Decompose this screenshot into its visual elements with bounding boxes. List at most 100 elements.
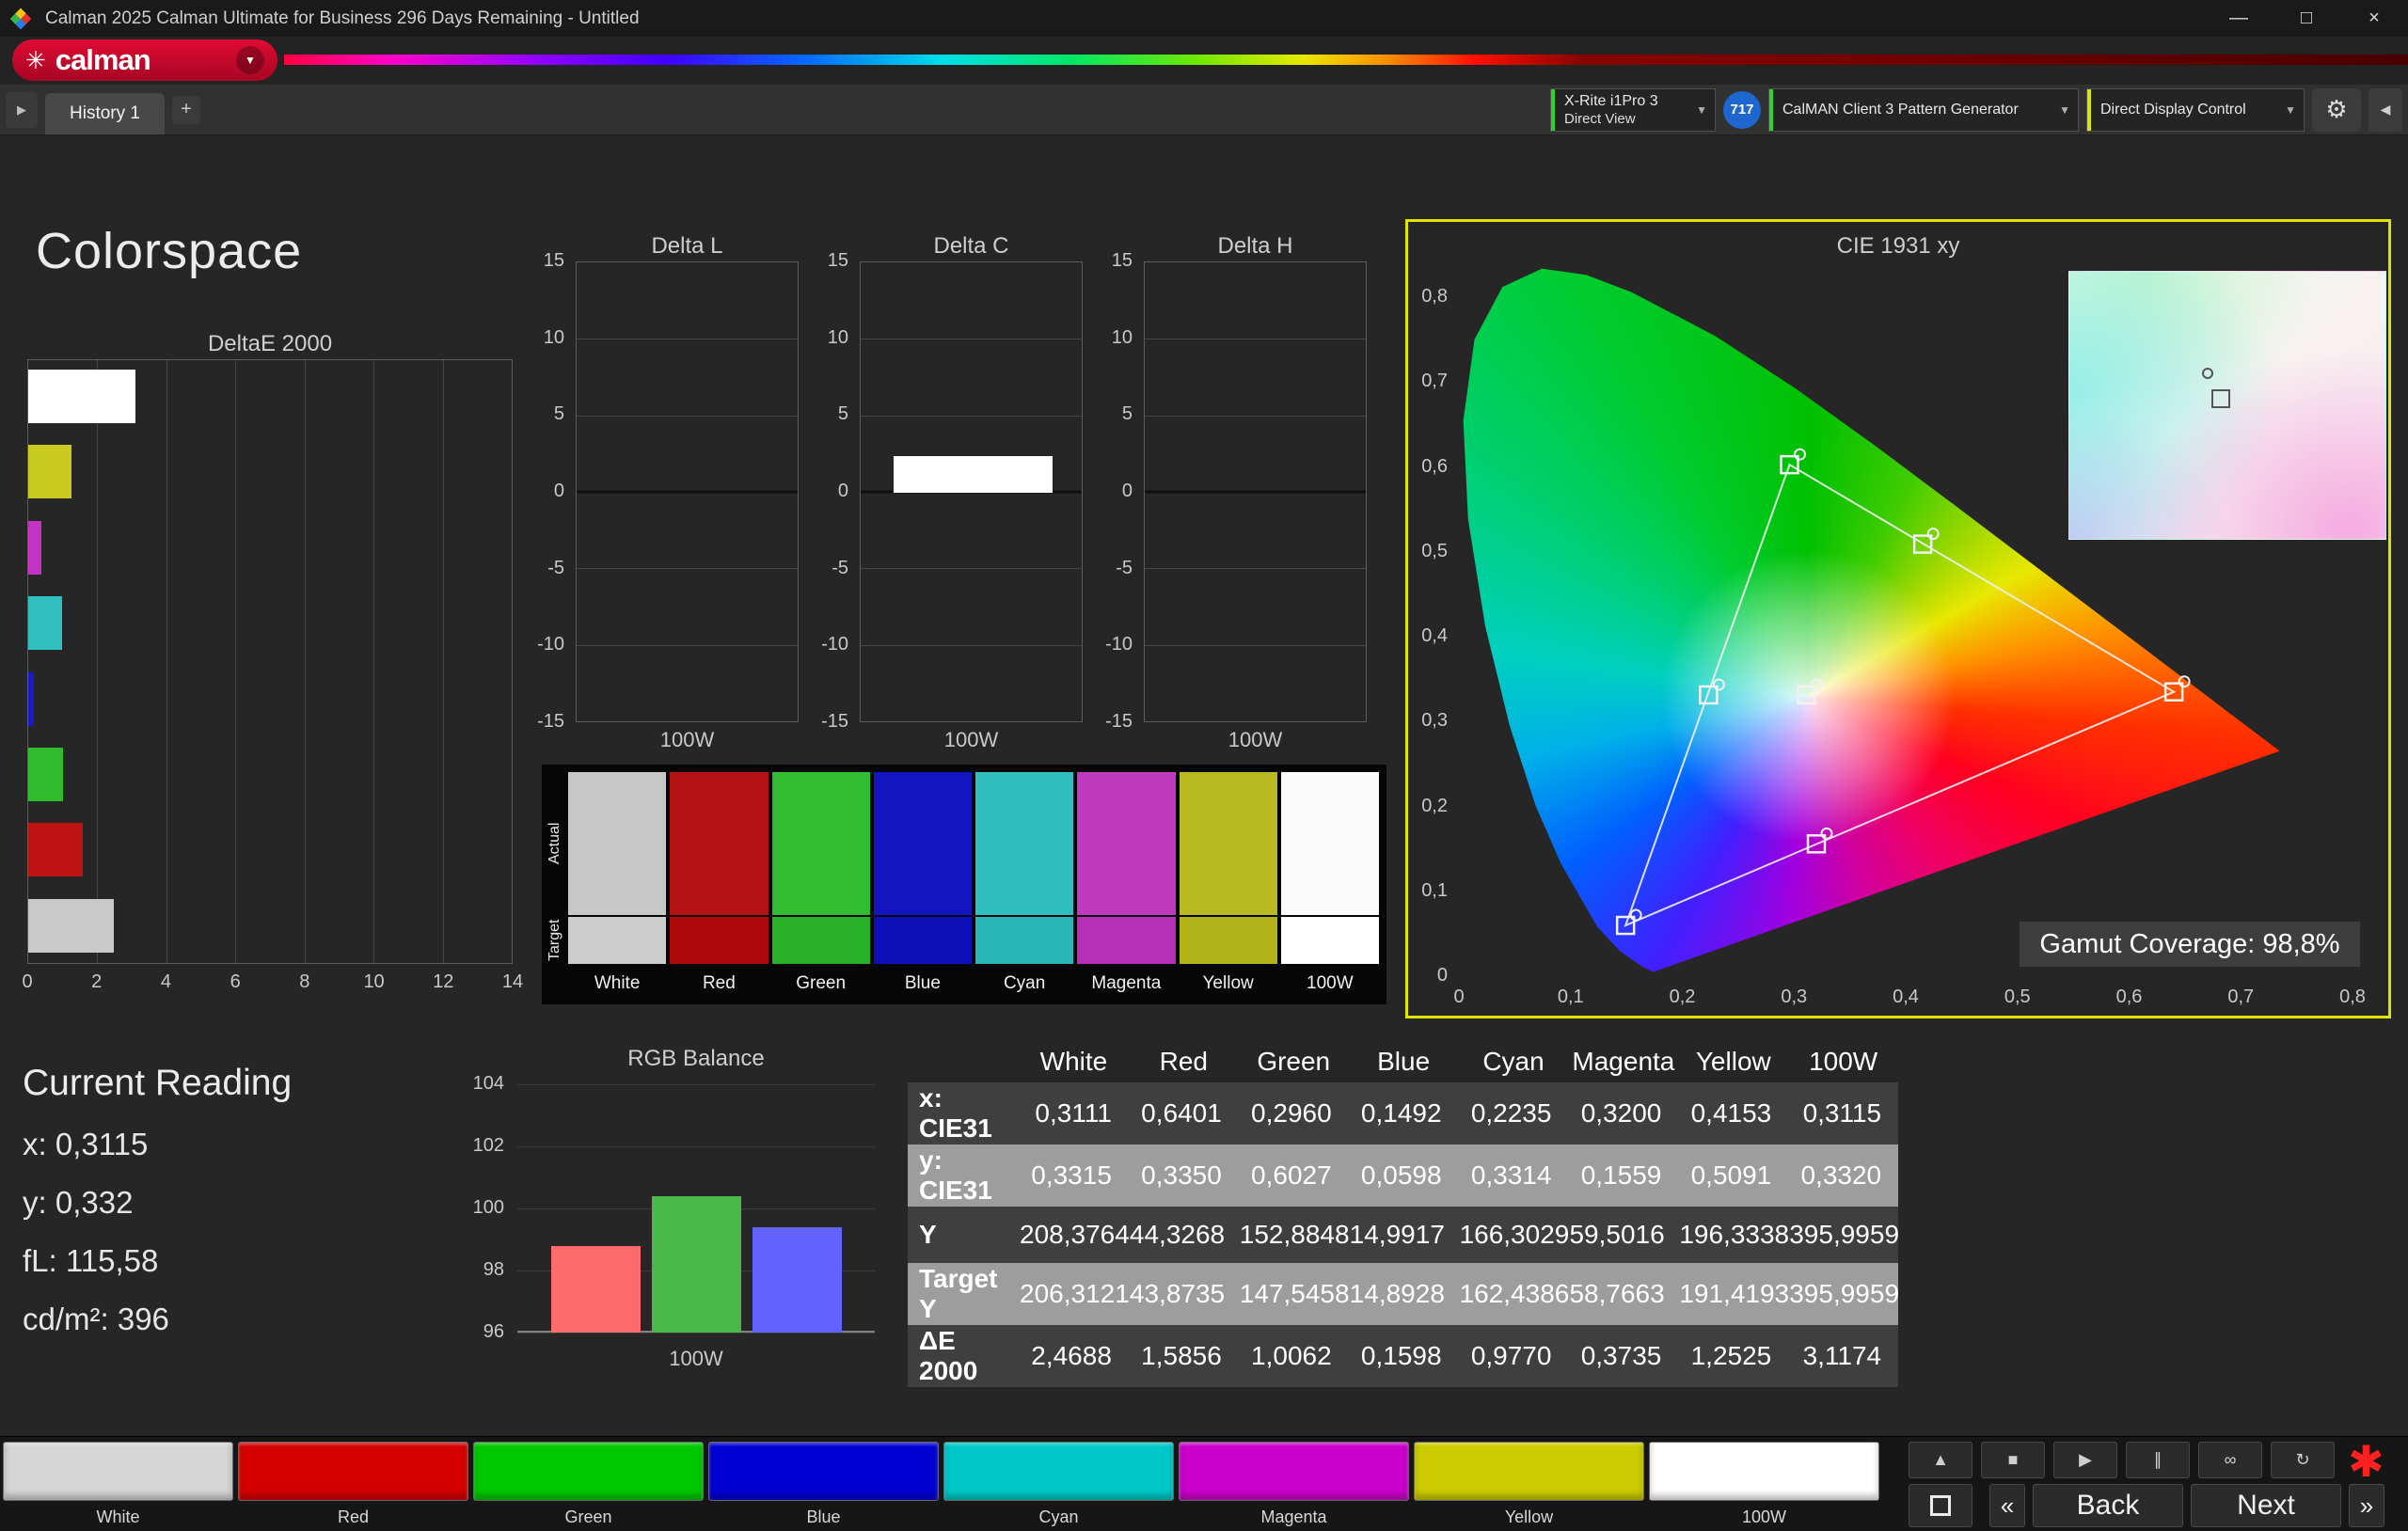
row-label: ΔE 2000	[908, 1325, 1019, 1387]
stop-button[interactable]: ■	[1981, 1442, 2045, 1478]
axis-tick-label: 0,1	[1421, 879, 1448, 901]
pattern-button-label: Yellow	[1504, 1507, 1554, 1526]
back-button[interactable]: Back	[2033, 1484, 2183, 1527]
refresh-icon: ↻	[2295, 1450, 2310, 1469]
pattern-button-green[interactable]	[473, 1442, 704, 1501]
rgb-balance-chart: RGB Balance 104 102 100 98 96 100W	[452, 1046, 884, 1380]
pattern-button-label: Blue	[806, 1507, 841, 1526]
display-control-select[interactable]: Direct Display Control ▼	[2086, 87, 2305, 132]
gridline	[861, 644, 1082, 646]
pattern-button-yellow[interactable]	[1414, 1442, 1644, 1501]
axis-tick-label: 0,1	[1557, 986, 1584, 1007]
zero-line	[577, 490, 798, 494]
cell-value: 0,5091	[1678, 1144, 1789, 1207]
swatch-target-green	[771, 917, 870, 964]
delta-h-plot-area	[1144, 261, 1367, 722]
tab-history-1[interactable]: History 1	[45, 93, 165, 134]
cie-target-white	[1797, 685, 1816, 705]
calman-window: Calman 2025 Calman Ultimate for Business…	[0, 0, 2408, 1531]
history-panel-expander[interactable]: ▶	[6, 91, 38, 128]
eject-button[interactable]: ▲	[1909, 1442, 1972, 1478]
white-point-inset	[2068, 271, 2386, 540]
maximize-button[interactable]: □	[2273, 0, 2340, 37]
cell-value: 2,4688	[1019, 1325, 1129, 1387]
cell-value: 0,3200	[1568, 1082, 1679, 1144]
refresh-button[interactable]: ↻	[2271, 1442, 2335, 1478]
reading-cdm2: cd/m²: 396	[23, 1302, 169, 1336]
swatch-actual-blue	[873, 772, 972, 915]
axis-tick-label: 0	[1121, 481, 1133, 501]
next-chevron-button[interactable]: »	[2349, 1484, 2384, 1527]
cie-measured-green	[1794, 448, 1806, 461]
meter-select[interactable]: X-Rite i1Pro 3 Direct View ▼	[1550, 87, 1716, 132]
cell-value: 0,0598	[1348, 1144, 1459, 1207]
target-row-label: Target	[547, 919, 562, 962]
pattern-button-group: Cyan	[943, 1442, 1174, 1527]
pattern-button-label: Magenta	[1260, 1507, 1327, 1526]
pattern-button-red[interactable]	[238, 1442, 468, 1501]
loop-button[interactable]: ∞	[2198, 1442, 2262, 1478]
cie-1931-panel: CIE 1931 xy Gamut Coverage: 98,8% 0 0,1 0,…	[1405, 219, 2391, 1018]
calman-menu-caret[interactable]: ▼	[236, 46, 264, 74]
axis-tick-label: 0	[22, 971, 33, 992]
swatch-actual-100w	[1280, 772, 1379, 915]
swatch-label: Cyan	[1003, 973, 1046, 993]
gridline	[517, 1333, 875, 1334]
delta-h-chart: Delta H 15 10 5 0 -5 -10 -15 100W	[1095, 226, 1377, 757]
gridline	[577, 644, 798, 646]
swatch-actual-green	[771, 772, 870, 915]
delta-c-x-label: 100W	[943, 728, 999, 751]
delta-c-bar	[894, 455, 1054, 493]
next-button[interactable]: Next	[2191, 1484, 2341, 1527]
inset-target-marker	[2211, 388, 2231, 408]
chevron-down-icon: ▼	[245, 54, 256, 67]
calman-menu-button[interactable]: ✳ calman ▼	[12, 39, 277, 81]
cie-measured-red	[2178, 675, 2191, 688]
pattern-button-blue[interactable]	[708, 1442, 939, 1501]
axis-tick-label: 10	[1111, 326, 1133, 348]
deltae-chart-title: DeltaE 2000	[207, 331, 333, 356]
loop-icon: ∞	[2224, 1450, 2237, 1469]
delta-c-title: Delta C	[933, 233, 1009, 259]
swatch-label: Magenta	[1091, 973, 1162, 993]
pattern-button-group: Green	[473, 1442, 704, 1527]
pattern-bar: White Red Green Blue Cyan Magenta Yellow 100W ▲…	[0, 1436, 2408, 1531]
delta-l-chart: Delta L 15 10 5 0 -5 -10 -15 100W	[527, 226, 809, 757]
axis-tick-label: 0,3	[1421, 710, 1448, 732]
pattern-generator-name: CalMAN Client 3 Pattern Generator	[1782, 101, 2019, 118]
row-label: Y	[908, 1207, 1019, 1263]
axis-tick-label: 2	[91, 971, 103, 992]
cell-value: 0,2235	[1458, 1082, 1569, 1144]
pattern-button-group: 100W	[1649, 1442, 1879, 1527]
axis-tick-label: 0,3	[1781, 986, 1808, 1007]
rainbow-strip	[284, 55, 2408, 65]
swatch-target-blue	[873, 917, 972, 964]
brand-row: ✳ calman ▼	[0, 37, 2408, 85]
add-tab-button[interactable]: +	[171, 95, 200, 124]
pattern-generator-select[interactable]: CalMAN Client 3 Pattern Generator ▼	[1768, 87, 2079, 132]
axis-tick-label: 0,5	[1421, 540, 1448, 561]
gridline	[166, 360, 167, 963]
close-button[interactable]: ×	[2340, 0, 2408, 37]
axis-tick-label: 0,8	[1421, 286, 1448, 307]
axis-tick-label: -10	[1105, 634, 1133, 655]
cie-measured-blue	[1629, 908, 1642, 922]
pattern-button-100w[interactable]	[1649, 1442, 1879, 1501]
pattern-button-magenta[interactable]	[1179, 1442, 1409, 1501]
swatch-actual-yellow	[1179, 772, 1277, 915]
pause-button[interactable]: ∥	[2126, 1442, 2190, 1478]
collapse-panel-button[interactable]: ◀	[2368, 87, 2402, 132]
cell-value: 0,1492	[1348, 1082, 1459, 1144]
pattern-window-button[interactable]	[1909, 1484, 1972, 1527]
play-button[interactable]: ▶	[2053, 1442, 2117, 1478]
meter-accent-bar	[1551, 88, 1555, 131]
settings-button[interactable]: ⚙	[2312, 87, 2361, 132]
pattern-button-cyan[interactable]	[943, 1442, 1174, 1501]
inset-measured-marker	[2202, 368, 2214, 380]
actual-target-swatch-panel: Actual Target White Red Green Blue Cyan Magen…	[542, 765, 1386, 1004]
back-chevron-button[interactable]: «	[1989, 1484, 2025, 1527]
delta-l-y-axis: 15 10 5 0 -5 -10 -15	[527, 250, 570, 732]
axis-tick-label: 0	[837, 481, 848, 501]
minimize-button[interactable]: —	[2205, 0, 2273, 37]
pattern-button-white[interactable]	[3, 1442, 233, 1501]
